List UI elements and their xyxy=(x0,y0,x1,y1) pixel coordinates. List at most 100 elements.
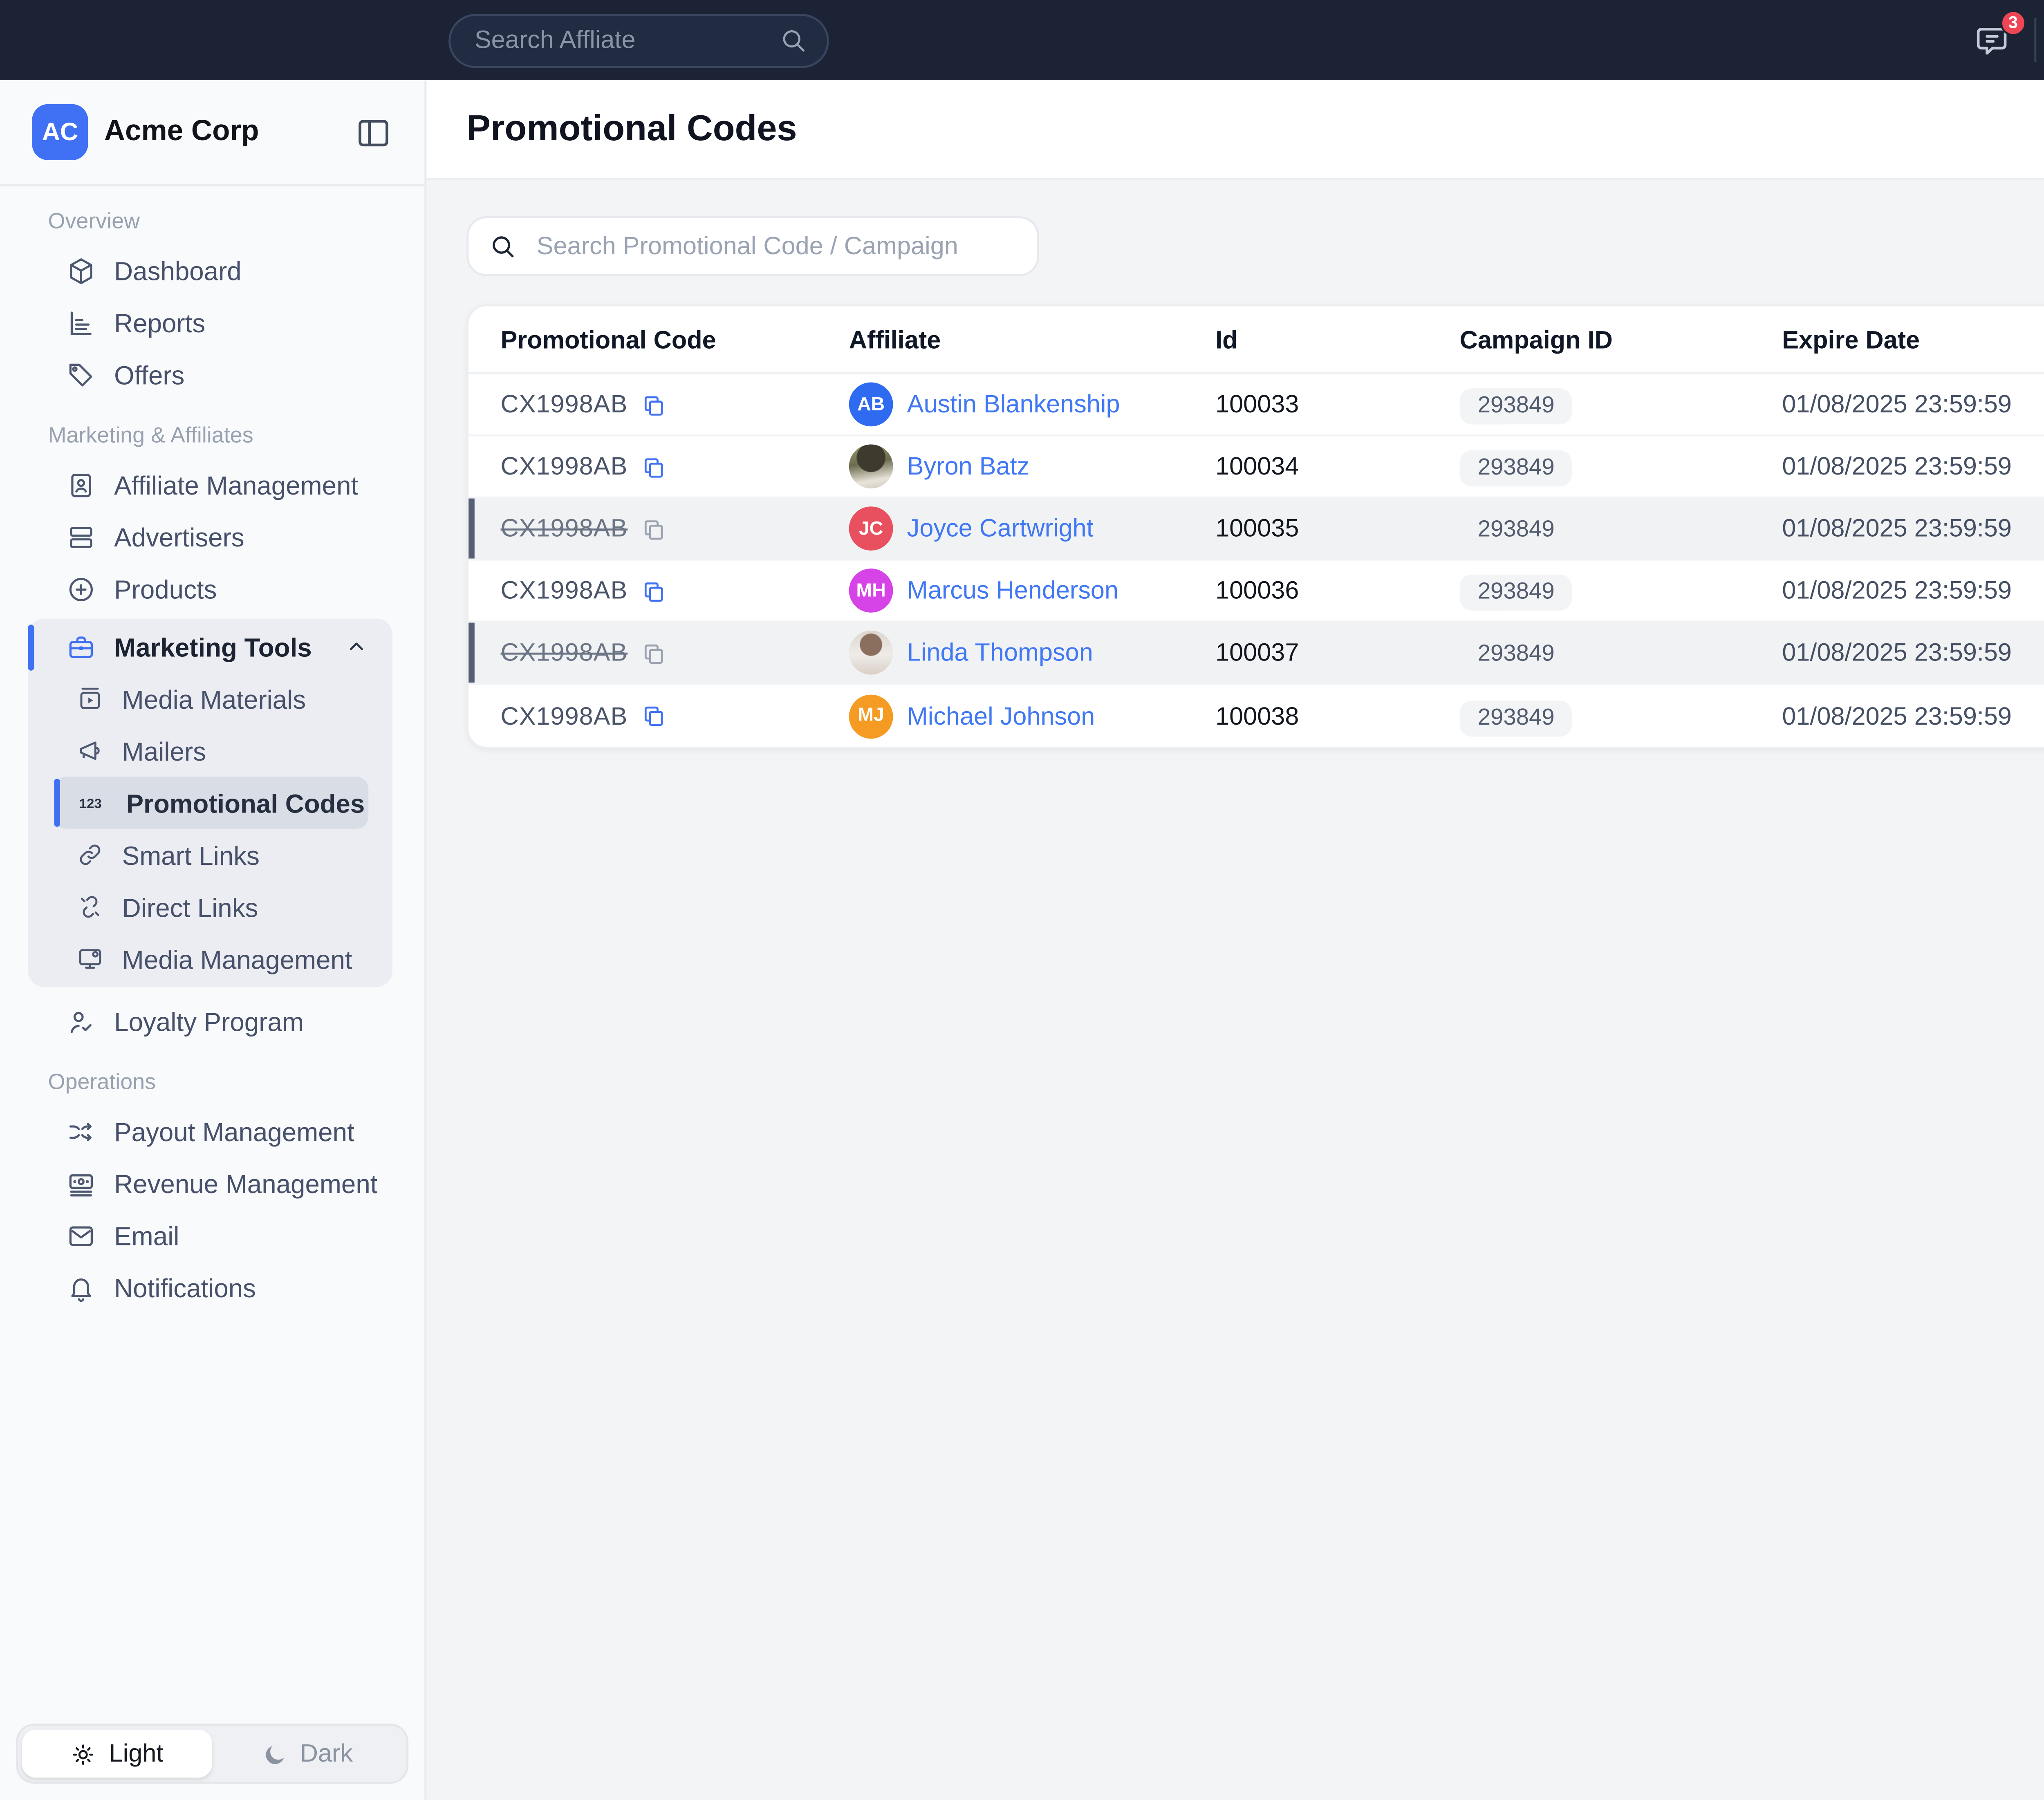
affiliate-link[interactable]: Linda Thompson xyxy=(907,638,1093,667)
sidebar-item-label: Direct Links xyxy=(122,892,258,922)
campaign-id-badge: 293849 xyxy=(1460,388,1573,424)
promo-code-cell: CX1998AB xyxy=(468,390,849,419)
affiliate-link[interactable]: Michael Johnson xyxy=(907,702,1095,730)
table-body: CX1998AB AB Austin Blankenship 100033 29… xyxy=(468,374,2044,747)
sidebar-item-media-management[interactable]: Media Management xyxy=(28,933,392,985)
sidebar-item-offers[interactable]: Offers xyxy=(0,348,424,400)
org-header: AC Acme Corp xyxy=(0,80,424,184)
section-operations: Operations xyxy=(0,1047,424,1105)
messages-button[interactable]: 3 xyxy=(1974,21,2012,59)
sidebar-item-label: Advertisers xyxy=(114,522,244,551)
sidebar-item-direct-links[interactable]: Direct Links xyxy=(28,881,392,933)
copy-icon[interactable] xyxy=(642,578,668,604)
avatar: JC xyxy=(849,506,893,551)
sidebar-item-smart-links[interactable]: Smart Links xyxy=(28,829,392,881)
sidebar-nav: Overview Dashboard Reports Offers Market… xyxy=(0,186,424,1708)
user-check-icon xyxy=(66,1006,96,1036)
promo-code-cell: CX1998AB xyxy=(468,452,849,481)
promo-code-cell: CX1998AB xyxy=(468,577,849,605)
expire-date: 01/08/2025 23:59:59 xyxy=(1782,577,2044,605)
sidebar-item-media-materials[interactable]: Media Materials xyxy=(28,673,392,725)
table-header: Promotional Code Affiliate Id Campaign I… xyxy=(468,306,2044,374)
sidebar-item-label: Payout Management xyxy=(114,1116,354,1146)
sidebar-item-marketing-tools[interactable]: Marketing Tools xyxy=(28,620,392,672)
theme-dark-button[interactable]: Dark xyxy=(212,1730,402,1778)
table-search[interactable] xyxy=(466,216,1039,276)
affiliate-search-input[interactable] xyxy=(471,24,763,56)
sidebar-item-promotional-codes[interactable]: 123 Promotional Codes xyxy=(54,777,368,828)
briefcase-icon xyxy=(66,631,96,661)
promo-id: 100037 xyxy=(1215,638,1460,667)
section-marketing: Marketing & Affiliates xyxy=(0,401,424,459)
campaign-cell: 293849 xyxy=(1460,452,1782,481)
table-search-input[interactable] xyxy=(533,230,1017,262)
promo-id: 100033 xyxy=(1215,390,1460,419)
section-overview: Overview xyxy=(0,194,424,244)
copy-icon[interactable] xyxy=(642,392,668,418)
theme-light-button[interactable]: Light xyxy=(22,1730,212,1778)
rows-icon xyxy=(66,522,96,551)
sidebar-item-notifications[interactable]: Notifications xyxy=(0,1261,424,1313)
table-row: CX1998AB MH Marcus Henderson 100036 2938… xyxy=(468,560,2044,622)
affiliate-link[interactable]: Marcus Henderson xyxy=(907,577,1118,605)
column-header: Expire Date xyxy=(1782,325,2044,354)
campaign-cell: 293849 xyxy=(1460,390,1782,419)
sidebar-item-label: Mailers xyxy=(122,736,206,766)
sidebar-item-label: Revenue Management xyxy=(114,1168,377,1198)
sidebar-item-products[interactable]: Products xyxy=(0,562,424,614)
theme-light-label: Light xyxy=(109,1740,164,1768)
promo-id: 100035 xyxy=(1215,515,1460,543)
sidebar-item-label: Promotional Codes xyxy=(126,788,365,817)
topbar: 3 Ask AI Eng (US) xyxy=(0,0,2044,80)
avatar-photo xyxy=(849,444,893,488)
active-group-indicator xyxy=(28,625,34,671)
sun-icon xyxy=(71,1741,97,1767)
affiliate-cell: JC Joyce Cartwright xyxy=(849,506,1215,551)
sidebar-item-label: Marketing Tools xyxy=(114,631,312,661)
sidebar-item-label: Loyalty Program xyxy=(114,1006,304,1036)
affiliate-link[interactable]: Joyce Cartwright xyxy=(907,515,1094,543)
column-header: Promotional Code xyxy=(468,325,849,354)
sidebar-item-loyalty-program[interactable]: Loyalty Program xyxy=(0,995,424,1047)
topbar-right: 3 Ask AI Eng (US) xyxy=(1974,8,2044,72)
copy-icon[interactable] xyxy=(642,453,668,479)
copy-icon[interactable] xyxy=(642,515,668,542)
campaign-cell: 293849 xyxy=(1460,638,1782,667)
sidebar-item-mailers[interactable]: Mailers xyxy=(28,725,392,777)
expire-date: 01/08/2025 23:59:59 xyxy=(1782,390,2044,419)
copy-icon[interactable] xyxy=(642,703,668,729)
sidebar-item-dashboard[interactable]: Dashboard xyxy=(0,244,424,296)
marketing-tools-group: Marketing Tools Media Materials Mailers … xyxy=(28,618,392,987)
table-row: CX1998AB JC Joyce Cartwright 100035 2938… xyxy=(468,499,2044,561)
promo-codes-table: Promotional Code Affiliate Id Campaign I… xyxy=(466,304,2044,748)
selected-indicator xyxy=(54,779,60,827)
sidebar-item-email[interactable]: Email xyxy=(0,1209,424,1261)
expire-date: 01/08/2025 23:59:59 xyxy=(1782,515,2044,543)
sidebar-item-label: Notifications xyxy=(114,1272,256,1302)
sidebar-item-revenue-management[interactable]: Revenue Management xyxy=(0,1157,424,1209)
table-row: CX1998AB AB Austin Blankenship 100033 29… xyxy=(468,374,2044,437)
sidebar-item-label: Dashboard xyxy=(114,255,242,285)
campaign-id-badge: 293849 xyxy=(1460,575,1573,611)
sidebar-item-label: Smart Links xyxy=(122,840,260,870)
sidebar-item-affiliate-management[interactable]: Affiliate Management xyxy=(0,459,424,510)
campaign-id-badge: 293849 xyxy=(1460,513,1573,549)
sidebar-item-label: Products xyxy=(114,573,217,603)
sidebar-item-advertisers[interactable]: Advertisers xyxy=(0,510,424,562)
copy-icon[interactable] xyxy=(642,640,668,666)
affiliate-link[interactable]: Byron Batz xyxy=(907,452,1029,481)
sidebar-item-payout-management[interactable]: Payout Management xyxy=(0,1105,424,1157)
tag-icon xyxy=(66,359,96,389)
affiliate-link[interactable]: Austin Blankenship xyxy=(907,390,1120,419)
table-row: CX1998AB MJ Michael Johnson 100038 29384… xyxy=(468,685,2044,747)
promo-code: CX1998AB xyxy=(501,638,628,667)
sidebar-collapse-button[interactable] xyxy=(354,113,392,151)
affiliate-search[interactable] xyxy=(448,13,829,67)
promo-code: CX1998AB xyxy=(501,577,628,605)
envelope-icon xyxy=(66,1220,96,1250)
sidebar-item-reports[interactable]: Reports xyxy=(0,296,424,348)
table-row: CX1998AB Linda Thompson 100037 293849 01… xyxy=(468,622,2044,685)
content: Promotional Code Affiliate Id Campaign I… xyxy=(426,180,2044,749)
media-box-icon xyxy=(76,685,104,713)
sidebar-item-label: Media Materials xyxy=(122,684,306,714)
